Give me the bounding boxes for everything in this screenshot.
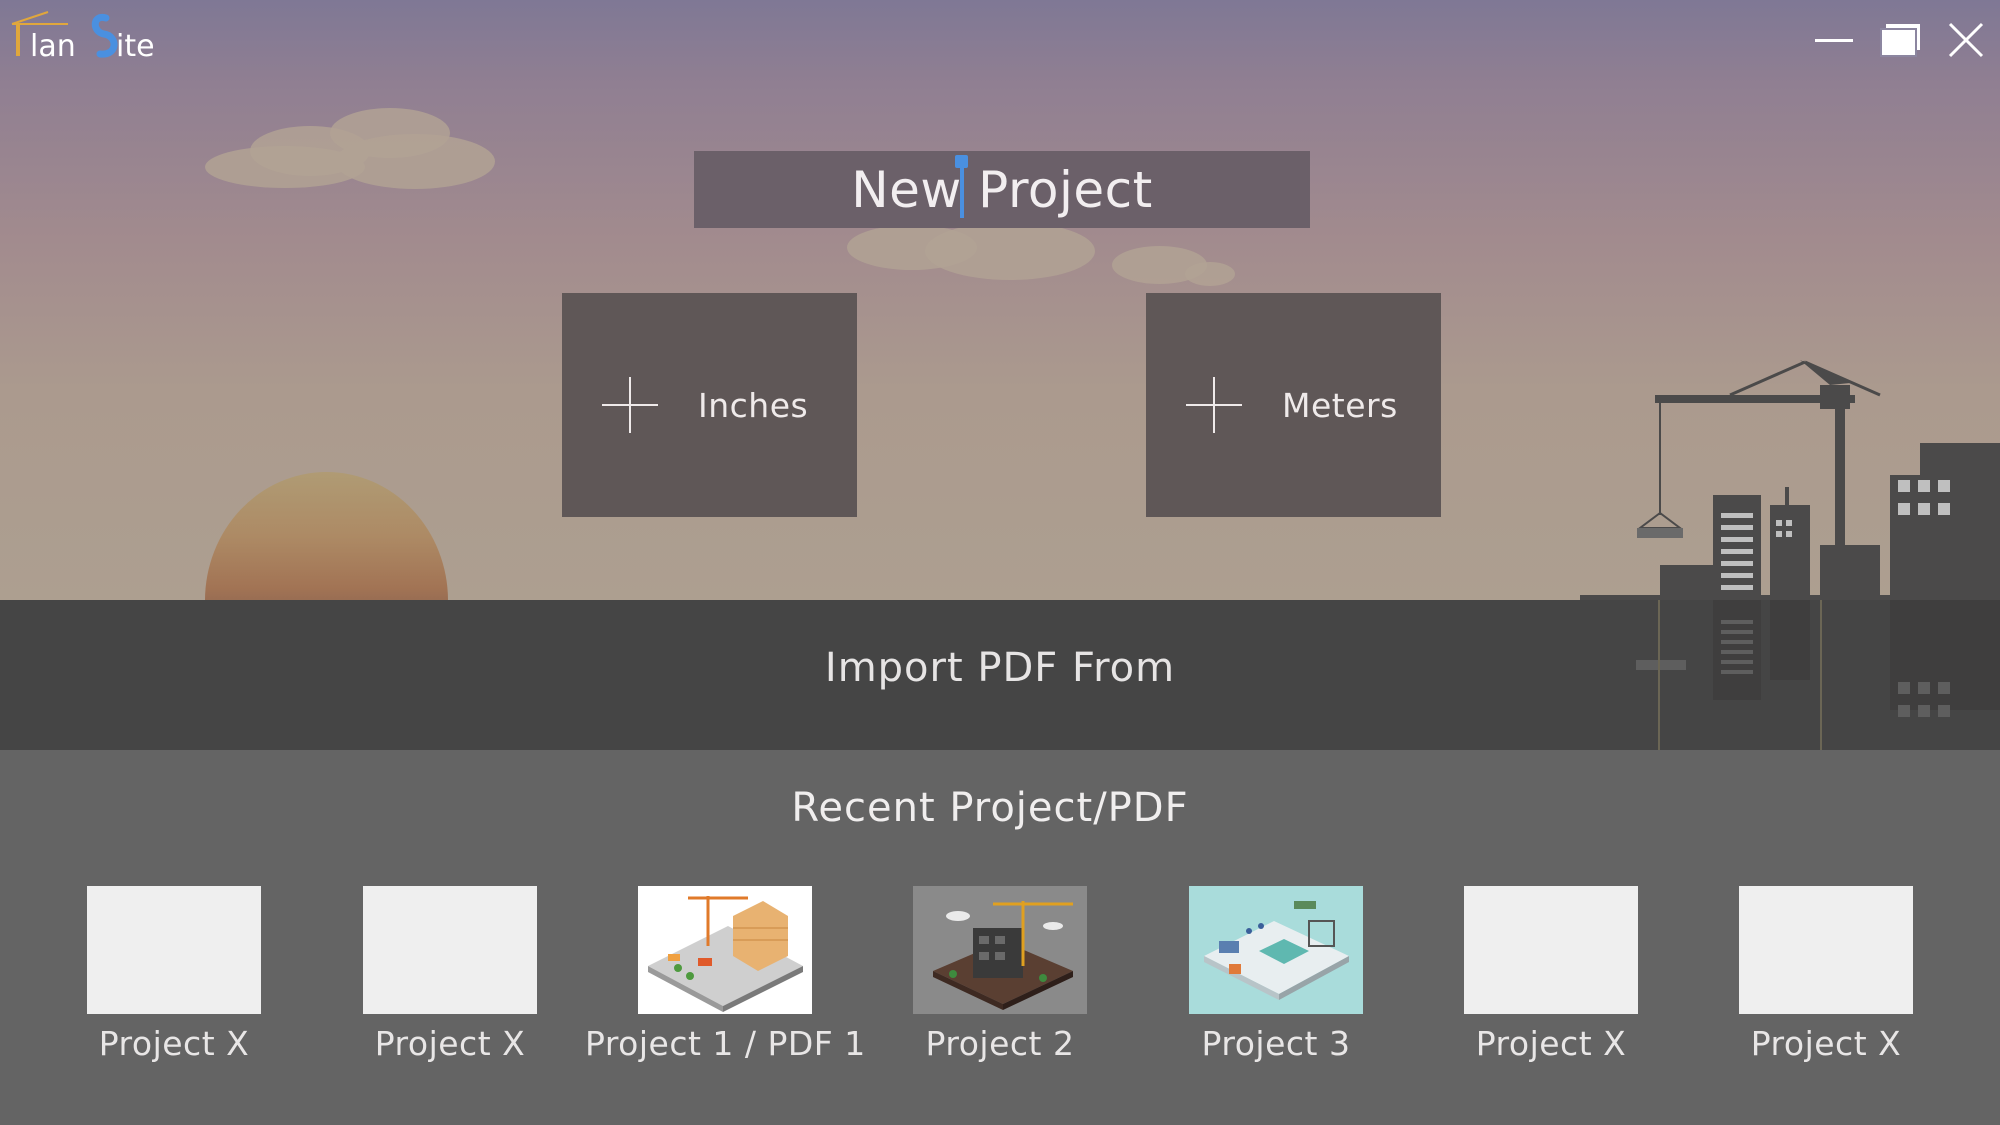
minimize-button[interactable] — [1810, 18, 1858, 62]
recent-project-item[interactable]: Project X — [34, 886, 314, 1086]
text-cursor — [960, 156, 964, 218]
project-label: Project X — [1750, 1024, 1902, 1063]
construction-site-thumbnail — [638, 886, 812, 1014]
inches-label: Inches — [698, 385, 809, 425]
project-thumbnail-blank — [363, 886, 537, 1014]
project-label: Project 3 — [1201, 1024, 1351, 1063]
import-pdf-label[interactable]: Import PDF From — [0, 645, 2000, 691]
recent-project-item[interactable]: Project 3 — [1136, 886, 1416, 1086]
project-name-input[interactable] — [694, 151, 1310, 228]
new-project-inches-button[interactable]: Inches — [562, 293, 857, 517]
close-icon — [1948, 22, 1984, 58]
maximize-icon — [1880, 24, 1920, 57]
maximize-button[interactable] — [1876, 18, 1924, 62]
recent-project-item[interactable]: Project X — [1411, 886, 1691, 1086]
cloud — [1185, 262, 1235, 286]
project-label: Project X — [98, 1024, 250, 1063]
project-label: Project 1 / PDF 1 — [585, 1024, 866, 1063]
recent-project-item[interactable]: Project 2 — [860, 886, 1140, 1086]
minimize-icon — [1815, 39, 1853, 42]
project-thumbnail-blank — [1739, 886, 1913, 1014]
project-thumbnail-blank — [87, 886, 261, 1014]
recent-project-item[interactable]: Project X — [1686, 886, 1966, 1086]
project-label: Project 2 — [925, 1024, 1075, 1063]
warehouse-thumbnail — [1189, 886, 1363, 1014]
app-logo: lan ite — [11, 11, 155, 62]
plus-icon — [600, 375, 660, 435]
close-button[interactable] — [1942, 18, 1990, 62]
project-label: Project X — [374, 1024, 526, 1063]
city-skyline-silhouette — [1580, 360, 2000, 600]
cloud — [335, 134, 495, 189]
building-crane-thumbnail — [913, 886, 1087, 1014]
project-thumbnail-blank — [1464, 886, 1638, 1014]
new-project-meters-button[interactable]: Meters — [1146, 293, 1441, 517]
svg-text:lan: lan — [30, 29, 76, 62]
recent-project-item[interactable]: Project 1 / PDF 1 — [585, 886, 865, 1086]
project-label: Project X — [1475, 1024, 1627, 1063]
sun-shape — [205, 472, 448, 600]
cloud — [925, 222, 1095, 280]
svg-text:ite: ite — [116, 29, 155, 62]
sunset-background — [0, 0, 2000, 600]
plus-icon — [1184, 375, 1244, 435]
recent-projects-title: Recent Project/PDF — [791, 785, 1189, 831]
meters-label: Meters — [1282, 385, 1398, 425]
recent-project-item[interactable]: Project X — [310, 886, 590, 1086]
recent-projects-list: Project X Project X Project 1 / PDF 1 Pr… — [0, 886, 2000, 1086]
